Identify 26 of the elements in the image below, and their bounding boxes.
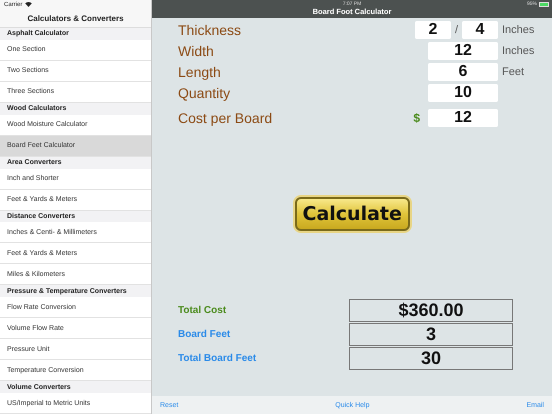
result-label: Total Cost xyxy=(178,305,228,316)
input-field[interactable]: 12 xyxy=(428,109,498,127)
field-label: Length xyxy=(178,64,222,80)
unit-label: Inches xyxy=(502,45,534,57)
fraction-slash: / xyxy=(454,24,458,36)
field-label: Thickness xyxy=(178,22,242,38)
sidebar-title: Calculators & Converters xyxy=(0,10,151,28)
field-label: Cost per Board xyxy=(178,110,274,126)
result-label: Total Board Feet xyxy=(178,353,258,364)
input-field[interactable]: 4 xyxy=(462,21,498,39)
input-field[interactable]: 2 xyxy=(414,21,451,39)
field-label: Quantity xyxy=(178,85,232,101)
calculate-button[interactable]: Calculate xyxy=(294,197,410,231)
input-field[interactable]: 12 xyxy=(428,42,498,60)
result-label: Board Feet xyxy=(178,329,232,340)
input-field[interactable]: 6 xyxy=(428,63,498,81)
unit-label: Feet xyxy=(502,66,524,78)
input-field[interactable]: 10 xyxy=(428,84,498,102)
result-value: $360.00 xyxy=(349,299,513,322)
result-value: 3 xyxy=(349,323,513,346)
unit-label: Inches xyxy=(502,24,534,36)
field-label: Width xyxy=(178,43,215,59)
result-value: 30 xyxy=(349,347,513,370)
wifi-icon xyxy=(25,2,32,8)
currency-sign: $ xyxy=(413,111,420,125)
battery-icon xyxy=(539,2,549,6)
